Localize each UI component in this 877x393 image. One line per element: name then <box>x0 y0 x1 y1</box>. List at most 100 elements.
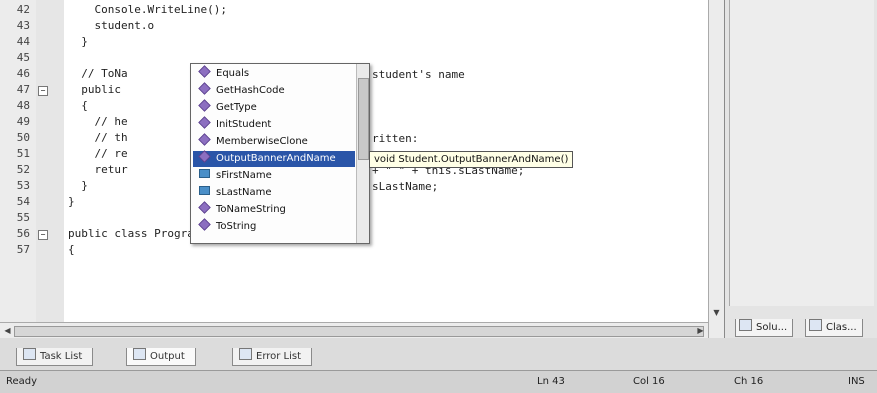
line-number: 42 <box>16 3 30 16</box>
horizontal-scrollbar[interactable]: ◀ ▶ <box>0 322 708 338</box>
field-icon <box>199 169 210 178</box>
code-editor[interactable]: 42 Console.WriteLine(); 43 student.o 44 … <box>0 0 725 338</box>
member-signature-tooltip: void Student.OutputBannerAndName() <box>369 151 574 168</box>
line-text: // th <box>68 131 128 144</box>
intellisense-member-list[interactable]: Equals GetHashCode GetType InitStudent M… <box>190 63 370 244</box>
code-line[interactable]: 43 student.o <box>0 18 724 34</box>
line-number: 57 <box>16 243 30 256</box>
line-text: { <box>68 99 88 112</box>
solution-explorer-icon <box>739 319 752 331</box>
member-item-gettype[interactable]: GetType <box>193 99 355 116</box>
code-fragment: ritten: <box>372 132 419 145</box>
method-icon <box>198 65 211 78</box>
line-text: retur <box>68 163 128 176</box>
member-label: sFirstName <box>216 170 272 181</box>
line-text: } <box>68 195 75 208</box>
member-label: InitStudent <box>216 119 272 130</box>
member-item-tostring[interactable]: ToString <box>193 218 355 235</box>
tool-window-tabs: Task List Output Error List <box>0 338 877 370</box>
member-label: sLastName <box>216 187 272 198</box>
line-number: 48 <box>16 99 30 112</box>
line-text: public class Program <box>68 227 201 240</box>
class-view-icon <box>809 319 822 331</box>
status-column: Col 16 <box>633 376 665 387</box>
method-icon <box>198 150 211 163</box>
line-number: 49 <box>16 115 30 128</box>
code-line[interactable]: 44 } <box>0 34 724 50</box>
side-panel-body <box>729 0 874 306</box>
member-list-scrollbar[interactable] <box>356 64 369 243</box>
line-text: { <box>68 243 75 256</box>
line-number: 54 <box>16 195 30 208</box>
line-text: // ToNa <box>68 67 128 80</box>
scroll-left-icon[interactable]: ◀ <box>1 324 14 337</box>
status-char: Ch 16 <box>734 376 764 387</box>
tab-class-view[interactable]: Clas... <box>805 319 863 337</box>
member-label: GetType <box>216 102 257 113</box>
method-icon <box>198 218 211 231</box>
member-label: OutputBannerAndName <box>216 153 336 164</box>
line-number: 50 <box>16 131 30 144</box>
tab-solution-explorer[interactable]: Solu... <box>735 319 794 337</box>
status-bar: Ready Ln 43 Col 16 Ch 16 INS <box>0 370 877 393</box>
scrollbar-thumb[interactable] <box>14 326 704 337</box>
vertical-scrollbar[interactable]: ▼ <box>708 0 724 338</box>
line-text: } <box>68 179 88 192</box>
member-item-initstudent[interactable]: InitStudent <box>193 116 355 133</box>
member-label: Equals <box>216 68 250 79</box>
line-number: 51 <box>16 147 30 160</box>
member-item-tonamestring[interactable]: ToNameString <box>193 201 355 218</box>
line-number: 56 <box>16 227 30 240</box>
member-label: MemberwiseClone <box>216 136 308 147</box>
code-line[interactable]: 57 { <box>0 242 724 258</box>
member-item-memberwiseclone[interactable]: MemberwiseClone <box>193 133 355 150</box>
line-text: Console.WriteLine(); <box>68 3 227 16</box>
scrollbar-thumb[interactable] <box>358 78 369 160</box>
member-item-sfirstname[interactable]: sFirstName <box>193 168 355 184</box>
field-icon <box>199 186 210 195</box>
member-item-equals[interactable]: Equals <box>193 65 355 82</box>
code-line[interactable]: 42 Console.WriteLine(); <box>0 2 724 18</box>
method-icon <box>198 133 211 146</box>
member-label: ToNameString <box>216 204 286 215</box>
line-number: 55 <box>16 211 30 224</box>
tab-error-list[interactable]: Error List <box>232 348 313 366</box>
line-text: // he <box>68 115 128 128</box>
collapse-toggle-icon[interactable]: − <box>38 86 48 96</box>
output-icon <box>133 348 146 360</box>
line-number: 44 <box>16 35 30 48</box>
line-text: } <box>68 35 88 48</box>
code-fragment: sLastName; <box>372 180 439 193</box>
error-list-icon <box>239 348 252 360</box>
status-insert-mode: INS <box>848 376 865 387</box>
side-panel: Solu... Clas... <box>725 0 877 338</box>
status-ready: Ready <box>6 376 38 387</box>
line-number: 52 <box>16 163 30 176</box>
tab-label: Task List <box>40 351 83 362</box>
member-item-outputbannerandname[interactable]: OutputBannerAndName <box>193 150 355 167</box>
scroll-right-icon[interactable]: ▶ <box>694 324 707 337</box>
tab-task-list[interactable]: Task List <box>16 348 94 366</box>
scroll-down-icon[interactable]: ▼ <box>710 306 723 319</box>
line-number: 45 <box>16 51 30 64</box>
method-icon <box>198 82 211 95</box>
member-item-slastname[interactable]: sLastName <box>193 185 355 201</box>
line-number: 53 <box>16 179 30 192</box>
method-icon <box>198 201 211 214</box>
status-line: Ln 43 <box>537 376 565 387</box>
line-text: // re <box>68 147 128 160</box>
member-label: ToString <box>216 221 257 232</box>
method-icon <box>198 99 211 112</box>
line-number: 46 <box>16 67 30 80</box>
line-number: 43 <box>16 19 30 32</box>
tab-label: Output <box>150 351 185 362</box>
member-item-gethashcode[interactable]: GetHashCode <box>193 82 355 99</box>
tab-label: Error List <box>256 351 302 362</box>
task-list-icon <box>23 348 36 360</box>
method-icon <box>198 116 211 129</box>
code-fragment: student's name <box>372 68 465 81</box>
tab-output[interactable]: Output <box>126 348 196 366</box>
tab-label: Solu... <box>756 322 788 333</box>
line-text: student.o <box>68 19 155 32</box>
collapse-toggle-icon[interactable]: − <box>38 230 48 240</box>
